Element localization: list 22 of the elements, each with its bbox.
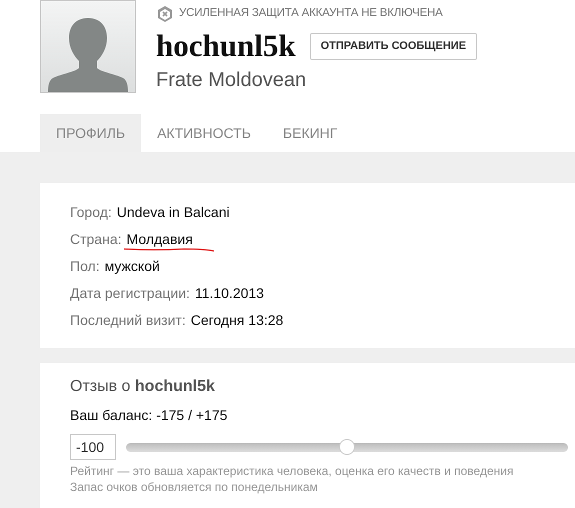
field-value: Молдавия [126, 229, 193, 250]
field-value: мужской [104, 257, 160, 276]
field-label: Пол: [70, 257, 100, 276]
hint-text: Рейтинг — это ваша характеристика человека, оценка его качеств и поведения [70, 463, 514, 479]
field-value: Сегодня 13:28 [190, 311, 284, 330]
rating-slider-thumb[interactable] [339, 438, 355, 454]
rating-input[interactable]: -100 [70, 434, 116, 460]
field-label: Страна: [70, 230, 122, 249]
tab[interactable]: ПРОФИЛЬ [40, 114, 142, 152]
field-label: Город: [70, 203, 112, 222]
balance-text: Ваш баланс: -175 / +175 [70, 406, 228, 425]
security-notice: УСИЛЕННАЯ ЗАЩИТА АККАУНТА НЕ ВКЛЮЧЕНА [179, 6, 443, 22]
username: hochunl5k [156, 28, 296, 64]
display-name: Frate Moldovean [156, 68, 308, 93]
field-label: Последний визит: [70, 311, 186, 330]
hint-text: Запас очков обновляется по понедельникам [70, 479, 319, 495]
field-value: 11.10.2013 [194, 284, 264, 303]
send-message-button[interactable]: ОТПРАВИТЬ СООБЩЕНИЕ [310, 32, 478, 60]
field-label: Дата регистрации: [70, 284, 190, 303]
review-title: Отзыв о hochunl5k [70, 377, 216, 397]
shield-x-icon [156, 5, 174, 23]
field-value: Undeva in Balcani [116, 203, 230, 222]
